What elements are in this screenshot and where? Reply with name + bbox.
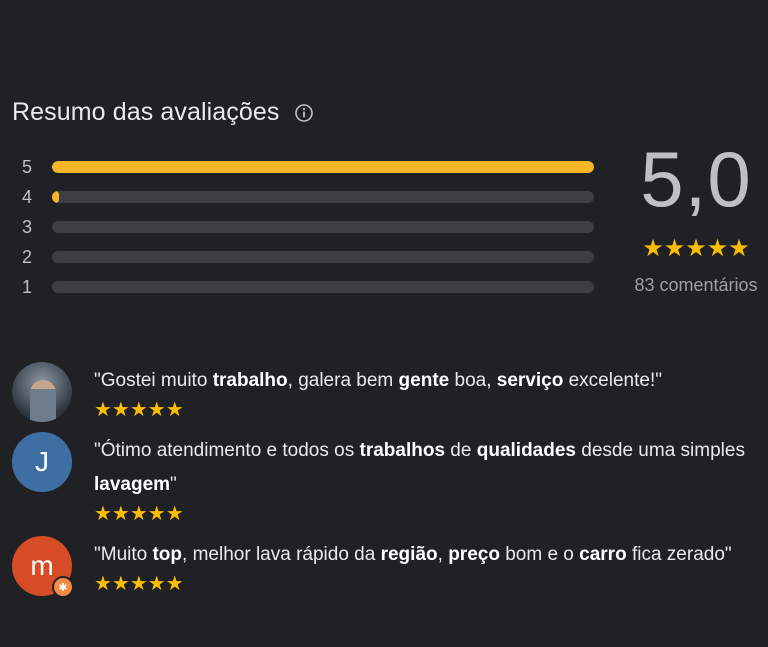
rating-row-label: 1 — [22, 276, 33, 297]
info-icon[interactable] — [294, 103, 314, 123]
review-item[interactable]: m ✱ "Muito top, melhor lava rápido da re… — [12, 536, 760, 598]
rating-row-2[interactable]: 2 — [22, 242, 594, 272]
review-item[interactable]: "Gostei muito trabalho, galera bem gente… — [12, 362, 760, 422]
rating-row-label: 4 — [22, 186, 33, 207]
rating-bar-track — [52, 161, 594, 173]
rating-row-5[interactable]: 5 — [22, 152, 594, 182]
rating-bar-track — [52, 281, 594, 293]
summary-stars: ★★★★★ — [642, 235, 750, 262]
rating-bar-track — [52, 251, 594, 263]
review-body: "Muito top, melhor lava rápido da região… — [94, 536, 760, 596]
review-stars: ★★★★★ — [94, 399, 184, 421]
review-item[interactable]: J "Ótimo atendimento e todos os trabalho… — [12, 432, 760, 526]
average-score: 5,0 — [640, 135, 752, 223]
reviewer-avatar[interactable] — [12, 362, 72, 422]
reviewer-avatar[interactable]: m ✱ — [12, 536, 74, 598]
rating-row-label: 5 — [22, 156, 33, 177]
rating-bar-track — [52, 191, 594, 203]
rating-bar-track — [52, 221, 594, 233]
reviews-summary-title: Resumo das avaliações — [12, 98, 280, 126]
rating-row-label: 3 — [22, 216, 33, 237]
review-count-link[interactable]: 83 comentários — [612, 275, 768, 296]
review-text: "Gostei muito trabalho, galera bem gente… — [94, 370, 662, 391]
rating-breakdown: 5 4 3 2 1 — [22, 152, 594, 302]
rating-bar-fill — [52, 161, 594, 173]
review-text: "Ótimo atendimento e todos os trabalhos … — [94, 440, 745, 495]
review-text: "Muito top, melhor lava rápido da região… — [94, 544, 732, 565]
avatar-photo-figure — [30, 380, 56, 422]
rating-row-4[interactable]: 4 — [22, 182, 594, 212]
avatar-letter: m — [30, 550, 54, 581]
review-stars: ★★★★★ — [94, 573, 184, 595]
review-body: "Ótimo atendimento e todos os trabalhos … — [94, 432, 760, 526]
review-stars: ★★★★★ — [94, 503, 184, 525]
review-body: "Gostei muito trabalho, galera bem gente… — [94, 362, 760, 422]
rating-row-1[interactable]: 1 — [22, 272, 594, 302]
rating-bar-fill — [52, 191, 59, 203]
rating-row-3[interactable]: 3 — [22, 212, 594, 242]
rating-summary: 5,0 ★★★★★ 83 comentários — [612, 140, 768, 296]
reviews-summary-header: Resumo das avaliações — [12, 98, 314, 127]
rating-row-label: 2 — [22, 246, 33, 267]
review-snippets: "Gostei muito trabalho, galera bem gente… — [12, 362, 760, 606]
local-guide-badge-icon: ✱ — [52, 576, 74, 598]
reviewer-avatar[interactable]: J — [12, 432, 72, 492]
